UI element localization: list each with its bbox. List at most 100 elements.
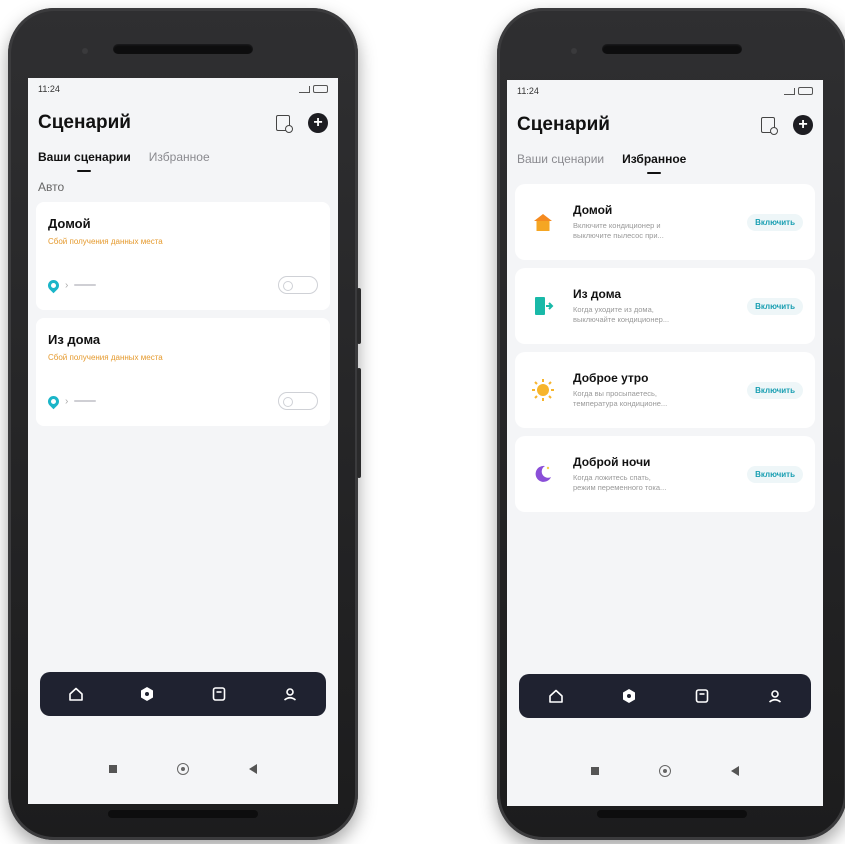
phone-right: 11:24 Сценарий + Ваши сценарии Избранное — [497, 8, 845, 840]
favorite-description-line: Включите кондиционер и — [573, 221, 661, 231]
status-time: 11:24 — [38, 84, 60, 94]
status-bar: 11:24 — [507, 80, 823, 102]
log-icon[interactable] — [276, 115, 293, 133]
scene-toggle[interactable] — [278, 276, 318, 294]
favorite-description: Когда ложитесь спать, режим переменного т… — [573, 473, 747, 493]
tab-your-scenes[interactable]: Ваши сценарии — [38, 150, 131, 172]
favorite-name: Из дома — [573, 287, 622, 302]
scene-trigger: › — [45, 277, 97, 293]
tab-your-scenes[interactable]: Ваши сценарии — [517, 152, 604, 174]
header-actions: + — [761, 115, 813, 135]
favorite-card[interactable]: Домой Включите кондиционер и выключите пы… — [515, 184, 815, 260]
favorite-description-line: Когда ложитесь спать, — [573, 473, 651, 483]
screen-left: 11:24 Сценарий + Ваши сценарии Избранное… — [28, 78, 338, 804]
action-placeholder — [74, 284, 97, 286]
favorite-description: Включите кондиционер и выключите пылесос … — [573, 221, 747, 241]
status-time: 11:24 — [517, 86, 539, 96]
favorite-description-line: Когда вы просыпаетесь, — [573, 389, 657, 399]
location-pin-icon — [45, 393, 62, 409]
sun-icon — [527, 374, 559, 406]
chevron-right-icon: › — [65, 279, 69, 291]
favorite-description-line: выключите пылесос при... — [573, 231, 664, 240]
log-icon[interactable] — [761, 117, 778, 135]
moon-icon — [527, 458, 559, 490]
favorite-text: Домой Включите кондиционер и выключите пы… — [573, 203, 747, 241]
system-nav — [28, 754, 338, 784]
favorite-card[interactable]: Доброе утро Когда вы просыпаетесь, темпер… — [515, 352, 815, 428]
scene-trigger: › — [45, 393, 97, 409]
tab-favorites[interactable]: Избранное — [622, 152, 686, 174]
header: Сценарий + — [28, 100, 338, 140]
home-button-icon[interactable] — [177, 763, 189, 775]
favorite-description: Когда уходите из дома, выключайте кондици… — [573, 305, 747, 325]
house-icon — [527, 206, 559, 238]
favorite-description-line: режим переменного тока... — [573, 483, 667, 492]
bottom-speaker — [597, 810, 747, 818]
favorite-name: Доброе утро — [573, 371, 649, 386]
tabs: Ваши сценарии Избранное — [507, 142, 823, 174]
enable-button[interactable]: Включить — [747, 465, 803, 483]
recents-icon[interactable] — [109, 765, 117, 773]
favorite-description-line: температура кондиционе... — [573, 399, 668, 408]
earpiece-speaker — [602, 44, 742, 54]
scene-bottom: › — [45, 276, 318, 294]
back-icon[interactable] — [731, 766, 739, 776]
action-placeholder — [74, 400, 97, 402]
battery-icon — [313, 85, 328, 93]
scene-name: Из дома — [48, 332, 101, 347]
nav-scene-icon[interactable] — [620, 687, 638, 705]
favorite-card[interactable]: Доброй ночи Когда ложитесь спать, режим п… — [515, 436, 815, 512]
bottom-speaker — [108, 810, 258, 818]
power-key — [357, 368, 361, 478]
favorite-text: Доброе утро Когда вы просыпаетесь, темпер… — [573, 371, 747, 409]
front-camera — [571, 48, 577, 54]
nav-home-icon[interactable] — [547, 687, 565, 705]
tab-favorites[interactable]: Избранное — [149, 150, 210, 172]
enable-button[interactable]: Включить — [747, 213, 803, 231]
nav-scene-icon[interactable] — [138, 685, 156, 703]
enable-button[interactable]: Включить — [747, 381, 803, 399]
chevron-right-icon: › — [65, 395, 69, 407]
add-scene-button[interactable]: + — [308, 113, 328, 133]
header: Сценарий + — [507, 102, 823, 142]
nav-profile-icon[interactable] — [281, 685, 299, 703]
phone-left: 11:24 Сценарий + Ваши сценарии Избранное… — [8, 8, 361, 840]
volume-key — [357, 288, 361, 344]
earpiece-speaker — [113, 44, 253, 54]
home-button-icon[interactable] — [659, 765, 671, 777]
back-icon[interactable] — [249, 764, 257, 774]
location-pin-icon — [45, 277, 62, 293]
nav-device-icon[interactable] — [693, 687, 711, 705]
favorite-name: Домой — [573, 203, 613, 218]
favorite-name: Доброй ночи — [573, 455, 651, 470]
favorites-list: Домой Включите кондиционер и выключите пы… — [507, 174, 823, 512]
scene-card[interactable]: Домой Сбой получения данных места › — [36, 202, 330, 310]
front-camera — [82, 48, 88, 54]
bottom-nav — [519, 674, 811, 718]
header-actions: + — [276, 113, 328, 133]
screen-right: 11:24 Сценарий + Ваши сценарии Избранное — [507, 80, 823, 806]
nav-profile-icon[interactable] — [766, 687, 784, 705]
recents-icon[interactable] — [591, 767, 599, 775]
page-title: Сценарий — [38, 112, 131, 133]
scene-name: Домой — [48, 216, 91, 231]
nav-device-icon[interactable] — [210, 685, 228, 703]
page-title: Сценарий — [517, 114, 610, 135]
scene-card[interactable]: Из дома Сбой получения данных места › — [36, 318, 330, 426]
scene-error: Сбой получения данных места — [48, 237, 163, 246]
signal-icon — [784, 87, 795, 95]
scene-toggle[interactable] — [278, 392, 318, 410]
favorite-card[interactable]: Из дома Когда уходите из дома, выключайте… — [515, 268, 815, 344]
favorite-description: Когда вы просыпаетесь, температура кондиц… — [573, 389, 747, 409]
status-bar: 11:24 — [28, 78, 338, 100]
signal-icon — [299, 85, 310, 93]
nav-home-icon[interactable] — [67, 685, 85, 703]
status-icons — [299, 85, 328, 93]
enable-button[interactable]: Включить — [747, 297, 803, 315]
status-icons — [784, 87, 813, 95]
bottom-nav — [40, 672, 326, 716]
add-scene-button[interactable]: + — [793, 115, 813, 135]
system-nav — [507, 756, 823, 786]
favorite-text: Доброй ночи Когда ложитесь спать, режим п… — [573, 455, 747, 493]
tabs: Ваши сценарии Избранное — [28, 140, 338, 172]
